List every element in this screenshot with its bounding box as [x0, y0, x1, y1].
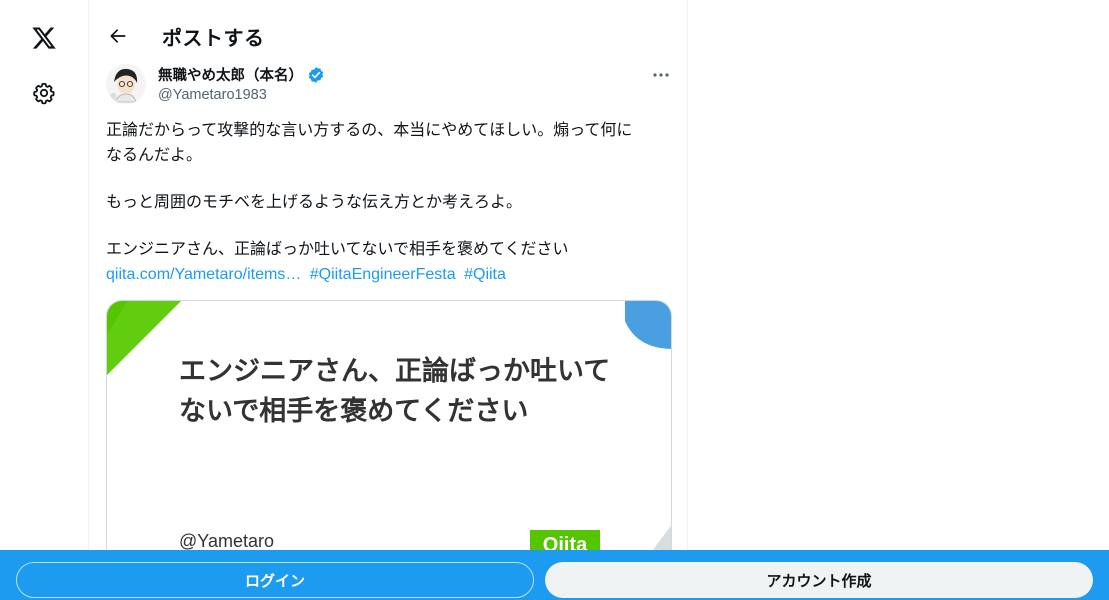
back-button[interactable]: [101, 19, 135, 53]
user-handle[interactable]: @Yametaro1983: [158, 87, 267, 103]
more-button[interactable]: [649, 64, 673, 86]
arrow-left-icon: [110, 29, 126, 43]
post-text-line: エンジニアさん、正論ばっか吐いてないで相手を褒めてください: [106, 241, 569, 258]
create-account-button[interactable]: アカウント作成: [545, 562, 1093, 598]
x-logo-icon[interactable]: [22, 16, 66, 60]
post-body: 正論だからって攻撃的な言い方するの、本当にやめてほしい。煽って何に なるんだよ。…: [106, 118, 676, 287]
left-nav: [0, 0, 88, 600]
link-preview-card[interactable]: エンジニアさん、正論ばっか吐いてないで相手を褒めてください @Yametaro …: [106, 300, 672, 570]
more-horizontal-icon: [653, 73, 669, 77]
user-name-row[interactable]: 無職やめ太郎（本名）: [158, 64, 325, 85]
page-header: ポストする: [89, 14, 687, 58]
hashtag-link[interactable]: #QiitaEngineerFesta: [310, 266, 456, 283]
main-column: ポストする 無職やめ太郎（本名） @Yametaro1983 正論だからって攻撃…: [88, 0, 688, 600]
post-url-link[interactable]: qiita.com/Yametaro/items…: [106, 266, 301, 283]
gear-icon[interactable]: [22, 71, 66, 115]
hashtag-link[interactable]: #Qiita: [464, 266, 506, 283]
display-name[interactable]: 無職やめ太郎（本名）: [158, 64, 303, 85]
bottom-signup-bar: ログイン アカウント作成: [0, 550, 1109, 600]
card-author: @Yametaro: [179, 531, 274, 551]
verified-badge-icon: [308, 66, 324, 83]
post-text-line: 正論だからって攻撃的な言い方するの、本当にやめてほしい。煽って何に: [106, 122, 633, 139]
post-text-line: もっと周囲のモチベを上げるような伝え方とか考えろよ。: [106, 194, 523, 211]
post-links: qiita.com/Yametaro/items… #QiitaEngineer…: [106, 262, 676, 287]
avatar[interactable]: [106, 64, 146, 104]
login-button[interactable]: ログイン: [16, 562, 534, 598]
card-title: エンジニアさん、正論ばっか吐いてないで相手を褒めてください: [179, 356, 611, 426]
page-title: ポストする: [162, 27, 265, 50]
post-text-line: なるんだよ。: [106, 147, 203, 164]
